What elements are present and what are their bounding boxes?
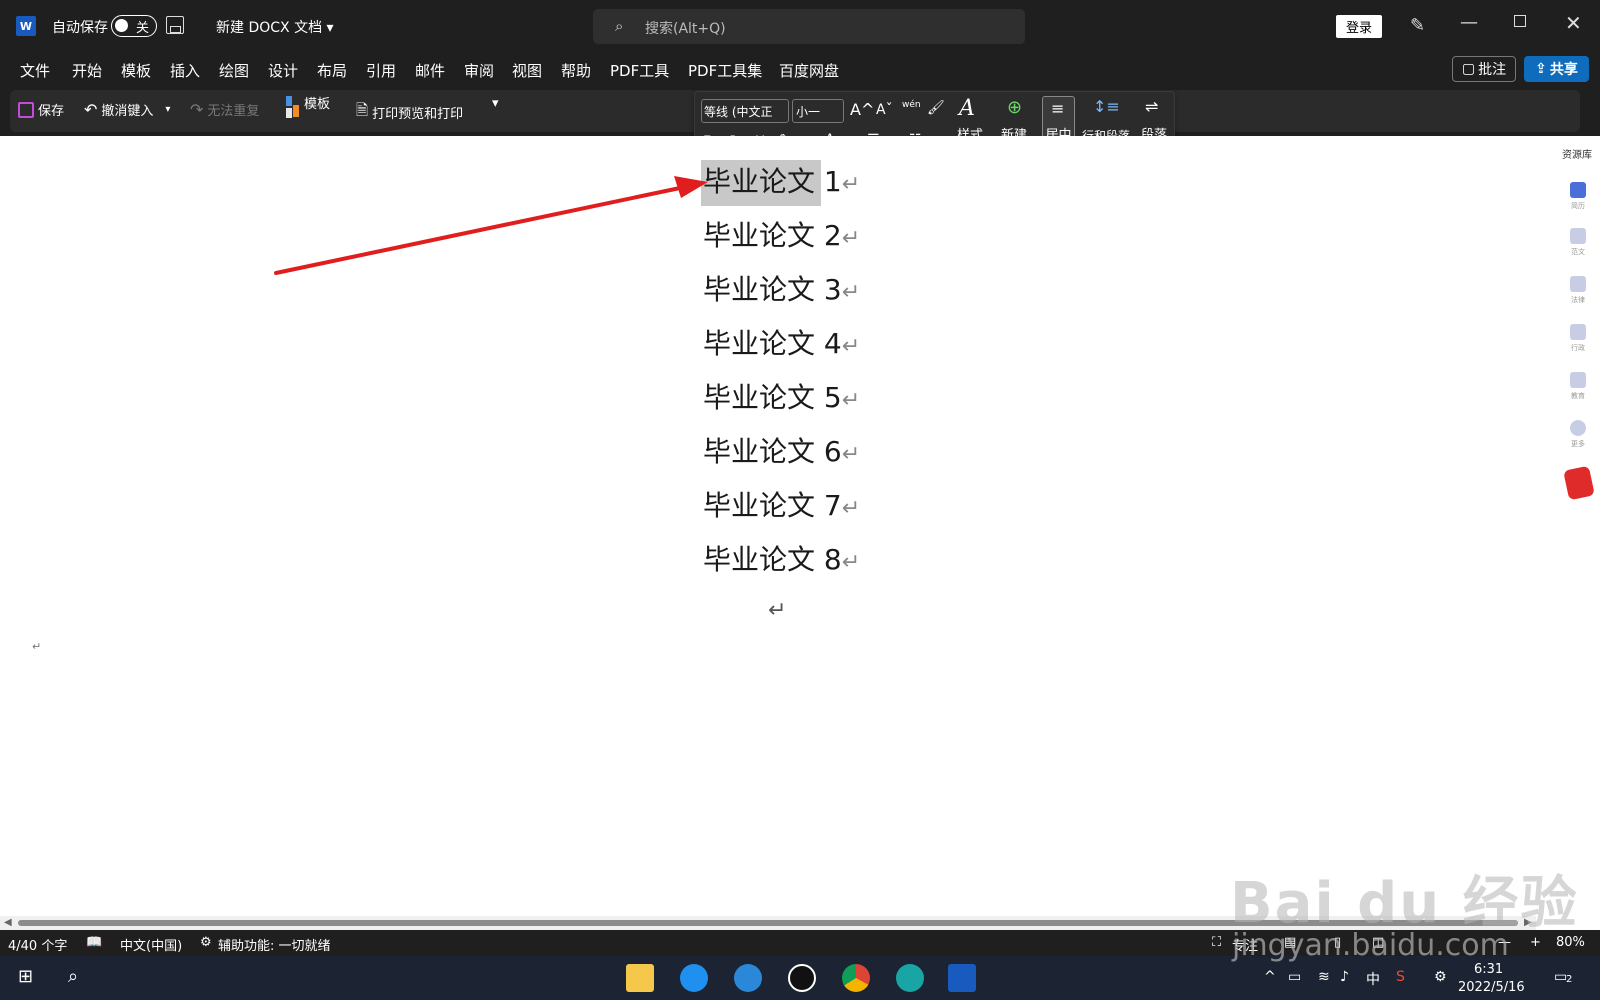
admin-icon — [1570, 324, 1586, 340]
word-count[interactable]: 4/40 个字 — [8, 935, 67, 954]
volume-icon[interactable]: ♪ — [1340, 969, 1349, 985]
sidebar-item-admin[interactable]: 行政 — [1568, 324, 1588, 353]
baidu-watermark-url: jingyan.baidu.com — [1232, 928, 1509, 963]
cloud-app-icon[interactable] — [734, 964, 762, 992]
sidebar-item-label: 更多 — [1571, 440, 1585, 448]
edge-icon[interactable] — [896, 964, 924, 992]
sidebar-item-label: 范文 — [1571, 248, 1585, 256]
sidebar-item-education[interactable]: 教育 — [1568, 372, 1588, 401]
baidu-watermark-logo: Bai du 经验 — [1230, 871, 1579, 936]
clock-date[interactable]: 2022/5/16 — [1458, 980, 1525, 995]
word-taskbar-icon[interactable] — [948, 964, 976, 992]
accessibility-icon: ⚙ — [200, 935, 212, 950]
chrome-icon[interactable] — [842, 964, 870, 992]
resume-icon — [1570, 182, 1586, 198]
sogou-ime-icon[interactable]: S — [1396, 969, 1405, 985]
ime-indicator[interactable]: 中 — [1366, 969, 1380, 989]
battery-icon[interactable]: ▭ — [1288, 969, 1301, 985]
sidebar-item-more[interactable]: 更多 — [1568, 420, 1588, 449]
sidebar-item-essay[interactable]: 范文 — [1568, 228, 1588, 257]
sidebar-item-resume[interactable]: 简历 — [1568, 182, 1588, 211]
qq-icon[interactable] — [788, 964, 816, 992]
sidebar-item-law[interactable]: 法律 — [1568, 276, 1588, 305]
file-explorer-icon[interactable] — [626, 964, 654, 992]
sidebar-item-label: 教育 — [1571, 392, 1585, 400]
language-indicator[interactable]: 中文(中国) — [120, 935, 182, 954]
arrow-head — [674, 176, 708, 198]
focus-icon[interactable]: ⛶ — [1212, 935, 1221, 950]
taskbar-search-icon[interactable]: ⌕ — [68, 966, 78, 987]
tray-expand-icon[interactable]: ^ — [1264, 969, 1276, 985]
sidebar-item-label: 行政 — [1571, 344, 1585, 352]
law-icon — [1570, 276, 1586, 292]
settings-gear-icon[interactable]: ⚙ — [1434, 969, 1447, 985]
sidebar-item-label: 简历 — [1571, 202, 1585, 210]
more-icon — [1570, 420, 1586, 436]
sidebar-title: 资源库 — [1562, 150, 1592, 161]
education-icon — [1570, 372, 1586, 388]
clock-time[interactable]: 6:31 — [1474, 962, 1503, 977]
arrow-shaft — [274, 186, 682, 275]
wifi-icon[interactable]: ≋ — [1318, 969, 1330, 985]
annotation-arrow — [274, 176, 708, 275]
accessibility-status[interactable]: 辅助功能: 一切就绪 — [218, 935, 331, 954]
windows-start-icon[interactable]: ⊞ — [18, 966, 33, 987]
notification-count: 2 — [1566, 974, 1573, 985]
sidebar-item-label: 法律 — [1571, 296, 1585, 304]
scroll-left-icon[interactable]: ◀ — [4, 917, 12, 928]
ie-browser-icon[interactable] — [680, 964, 708, 992]
proofing-icon[interactable]: 📖 — [86, 935, 102, 950]
essay-icon — [1570, 228, 1586, 244]
